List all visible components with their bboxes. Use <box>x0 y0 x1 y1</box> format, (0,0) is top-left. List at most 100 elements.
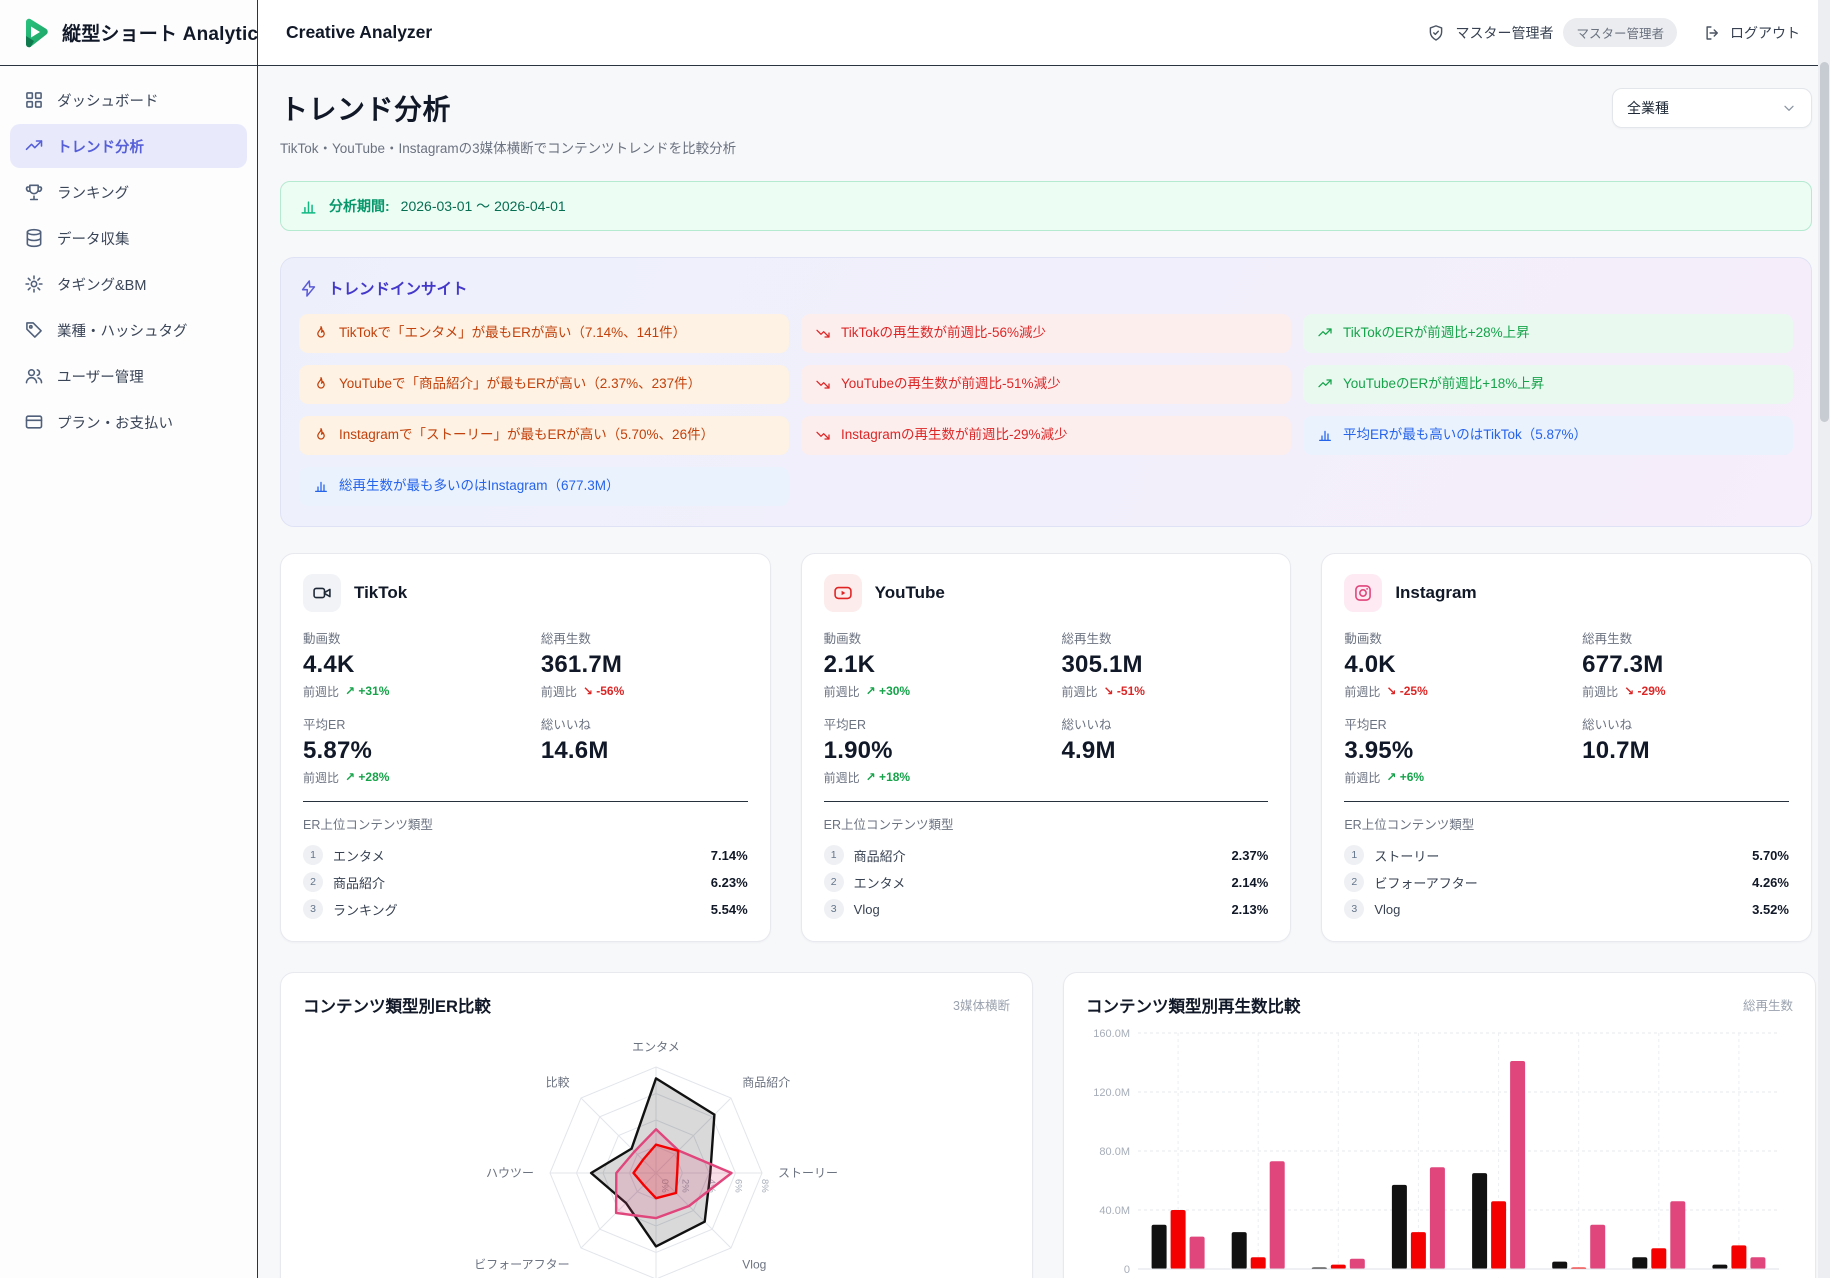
er-top-label: ER上位コンテンツ類型 <box>824 814 1269 833</box>
stat-value: 4.4K <box>303 651 541 679</box>
content-type-name: Vlog <box>1374 902 1742 917</box>
tag-icon <box>24 320 44 340</box>
industry-filter-select[interactable]: 全業種 <box>1612 88 1812 128</box>
stat-delta: 前週比 ↘ -25% <box>1344 684 1582 699</box>
insight-text: TikTokのERが前週比+28%上昇 <box>1343 325 1530 342</box>
content-type-er: 4.26% <box>1752 875 1789 890</box>
er-top-row: 3 Vlog 3.52% <box>1344 896 1789 923</box>
rank-badge: 3 <box>303 899 323 919</box>
sidebar-item-label: 業種・ハッシュタグ <box>57 320 188 341</box>
sidebar-item-label: トレンド分析 <box>57 136 144 157</box>
trend-insights-panel: トレンドインサイト TikTokで「エンタメ」が最もERが高い（7.14%、14… <box>280 257 1812 527</box>
stat-label: 動画数 <box>303 628 541 647</box>
charts-row: コンテンツ類型別ER比較 3媒体横断 0%2%4%6%8%エンタメ商品紹介ストー… <box>280 972 1812 1278</box>
insight-item: TikTokの再生数が前週比-56%減少 <box>801 314 1291 353</box>
shield-check-icon <box>1427 24 1445 42</box>
stat: 総再生数305.1M前週比 ↘ -51% <box>1062 628 1269 699</box>
chart-icon <box>313 478 329 494</box>
stat: 平均ER3.95%前週比 ↗ +6% <box>1344 714 1582 785</box>
stat-value: 361.7M <box>541 651 748 679</box>
sidebar-item-7[interactable]: プラン・お支払い <box>10 400 247 444</box>
role-badge: マスター管理者 <box>1563 18 1677 47</box>
er-top-row: 2エンタメ2.14% <box>824 869 1269 896</box>
content-type-name: ビフォーアフター <box>1374 873 1742 892</box>
trophy-icon <box>24 182 44 202</box>
svg-text:エンタメ: エンタメ <box>632 1040 680 1054</box>
sidebar-item-1[interactable]: トレンド分析 <box>10 124 247 168</box>
platform-name: TikTok <box>354 583 407 603</box>
trend-up-icon <box>1317 325 1333 341</box>
stat: 総いいね4.9M <box>1062 714 1269 785</box>
content-type-er: 5.70% <box>1752 848 1789 863</box>
users-icon <box>24 366 44 386</box>
sidebar-item-3[interactable]: データ収集 <box>10 216 247 260</box>
stat-label: 動画数 <box>824 628 1062 647</box>
content-type-er: 2.14% <box>1231 875 1268 890</box>
views-bar-card: コンテンツ類型別再生数比較 総再生数 040.0M80.0M120.0M160.… <box>1063 972 1816 1278</box>
insight-text: 総再生数が最も多いのはInstagram（677.3M） <box>339 478 620 495</box>
stat-delta: 前週比 ↗ +28% <box>303 770 541 785</box>
stat: 動画数4.4K前週比 ↗ +31% <box>303 628 541 699</box>
content-type-name: ストーリー <box>1374 846 1742 865</box>
insights-title: トレンドインサイト <box>328 277 468 299</box>
insight-text: Instagramの再生数が前週比-29%減少 <box>841 427 1068 444</box>
main-area: Creative Analyzer マスター管理者 マスター管理者 ログアウト … <box>258 0 1830 1278</box>
svg-text:120.0M: 120.0M <box>1093 1087 1130 1099</box>
logout-button[interactable]: ログアウト <box>1703 23 1800 43</box>
video-icon <box>303 574 341 612</box>
sidebar-item-0[interactable]: ダッシュボード <box>10 78 247 122</box>
svg-text:8%: 8% <box>759 1179 770 1193</box>
sidebar-nav: ダッシュボードトレンド分析ランキングデータ収集タギング&BM 業種・ハッシュタグユ… <box>0 66 257 456</box>
content-type-name: ランキング <box>333 900 701 919</box>
logout-label: ログアウト <box>1730 23 1800 43</box>
er-top-row: 1ストーリー5.70% <box>1344 842 1789 869</box>
svg-text:ストーリー: ストーリー <box>778 1166 838 1180</box>
stat: 平均ER1.90%前週比 ↗ +18% <box>824 714 1062 785</box>
er-top-row: 1商品紹介2.37% <box>824 842 1269 869</box>
trend-up-icon <box>1317 376 1333 392</box>
stat: 総再生数361.7M前週比 ↘ -56% <box>541 628 748 699</box>
content-type-name: Vlog <box>854 902 1222 917</box>
logout-icon <box>1703 24 1721 42</box>
sidebar-item-4[interactable]: タギング&BM <box>10 262 247 306</box>
sidebar: 縦型ショート Analytics ダッシュボードトレンド分析ランキングデータ収集… <box>0 0 258 1278</box>
sidebar-item-2[interactable]: ランキング <box>10 170 247 214</box>
stat-label: 総再生数 <box>1062 628 1269 647</box>
sidebar-item-6[interactable]: ユーザー管理 <box>10 354 247 398</box>
stat-value: 677.3M <box>1582 651 1789 679</box>
content-type-er: 5.54% <box>711 902 748 917</box>
insight-text: YouTubeで「商品紹介」が最もERが高い（2.37%、237件） <box>339 376 701 393</box>
svg-text:商品紹介: 商品紹介 <box>742 1074 790 1089</box>
stat-delta: 前週比 ↗ +30% <box>824 684 1062 699</box>
content-type-er: 3.52% <box>1752 902 1789 917</box>
brand-logo: 縦型ショート Analytics <box>0 0 257 66</box>
svg-text:比較: 比較 <box>546 1074 570 1089</box>
rank-badge: 2 <box>1344 872 1364 892</box>
stat: 動画数 2.1K 前週比 ↗ +30% <box>824 628 1062 699</box>
database-icon <box>24 228 44 248</box>
sidebar-item-label: ダッシュボード <box>57 90 159 111</box>
rank-badge: 3 <box>1344 899 1364 919</box>
gear-icon <box>24 274 44 294</box>
user-role: マスター管理者 マスター管理者 <box>1427 18 1677 47</box>
scrollbar-thumb[interactable] <box>1820 62 1829 422</box>
insight-text: YouTubeの再生数が前週比-51%減少 <box>841 376 1061 393</box>
flame-icon <box>313 376 329 392</box>
platform-name: YouTube <box>875 583 945 603</box>
rank-badge: 2 <box>824 872 844 892</box>
stat-value: 1.90% <box>824 737 1062 765</box>
stat-value: 2.1K <box>824 651 1062 679</box>
content-type-er: 6.23% <box>711 875 748 890</box>
insight-item: Instagramの再生数が前週比-29%減少 <box>801 416 1291 455</box>
insight-item: TikTokで「エンタメ」が最もERが高い（7.14%、141件） <box>299 314 789 353</box>
rank-badge: 2 <box>303 872 323 892</box>
zap-icon <box>299 279 318 298</box>
sidebar-item-5[interactable]: 業種・ハッシュタグ <box>10 308 247 352</box>
er-top-row: 3 ランキング 5.54% <box>303 896 748 923</box>
svg-text:0: 0 <box>1124 1264 1130 1276</box>
er-top-label: ER上位コンテンツ類型 <box>1344 814 1789 833</box>
insight-item: 総再生数が最も多いのはInstagram（677.3M） <box>299 467 789 506</box>
insight-item: Instagramで「ストーリー」が最もERが高い（5.70%、26件） <box>299 416 789 455</box>
stat-delta: 前週比 ↗ +18% <box>824 770 1062 785</box>
insight-text: Instagramで「ストーリー」が最もERが高い（5.70%、26件） <box>339 427 714 444</box>
